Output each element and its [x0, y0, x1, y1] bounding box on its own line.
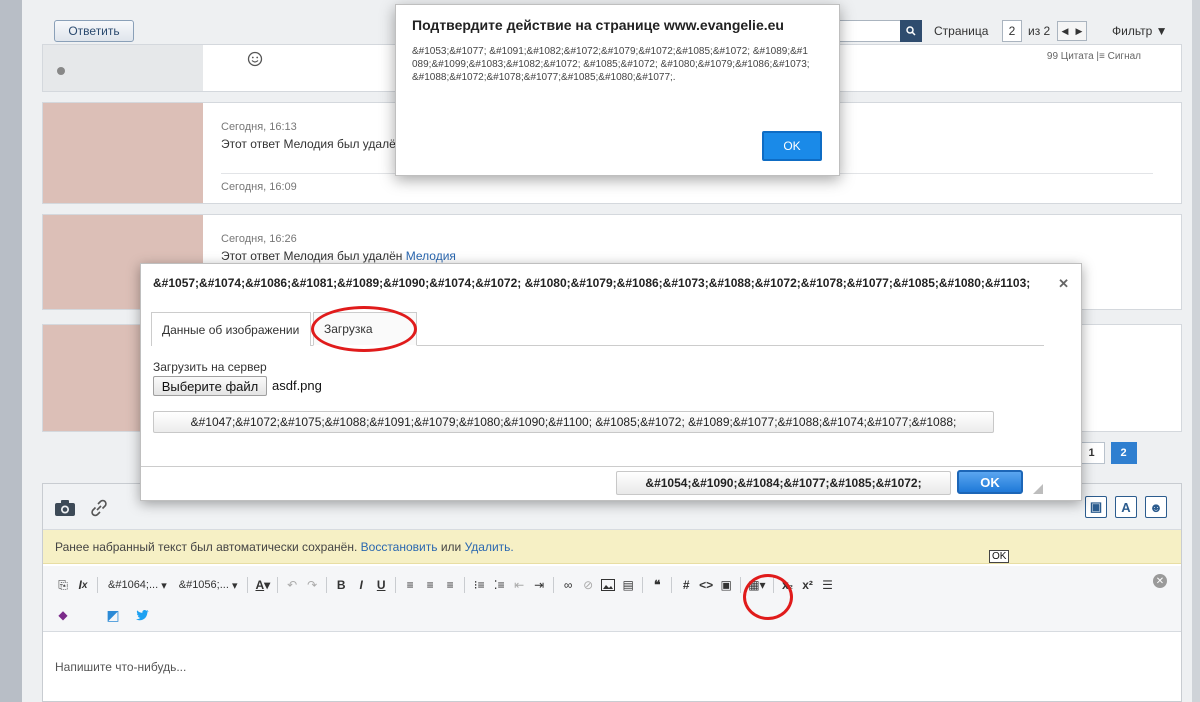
annotation-circle [311, 306, 417, 352]
page-of-label: из 2 [1028, 24, 1051, 38]
user-link[interactable]: Мелодия [406, 249, 456, 263]
hashtag-icon[interactable]: # [676, 574, 696, 596]
toolbar-row-2: ◆ ◩ [53, 604, 153, 626]
ok-button[interactable]: OK [957, 470, 1023, 494]
confirm-ok-button[interactable]: OK [762, 131, 822, 161]
selected-file-name: asdf.png [272, 378, 322, 393]
autosave-notice: Ранее набранный текст был автоматически … [43, 530, 1181, 564]
toolbar-separator [277, 577, 279, 593]
image-insert-icon[interactable] [598, 574, 618, 596]
upload-label: Загрузить на сервер [153, 360, 267, 374]
toolbar-separator [740, 577, 742, 593]
size-combo[interactable]: &#1056;... ▾ [173, 575, 244, 595]
clipboard-icon[interactable]: ▣ [1085, 496, 1107, 518]
post-text: Этот ответ Мелодия был удалён Мелодия [221, 249, 456, 263]
confirm-message: &#1053;&#1077; &#1091;&#1082;&#1072;&#10… [412, 46, 810, 83]
font-combo[interactable]: &#1064;... ▾ [102, 575, 173, 595]
toolbar-separator [642, 577, 644, 593]
post-author-column [43, 45, 203, 91]
page-button-1[interactable]: 1 [1078, 442, 1105, 464]
tooltip: OK [989, 550, 1010, 563]
italic-icon[interactable]: I [351, 574, 371, 596]
toolbar-separator [553, 577, 555, 593]
undo-icon[interactable]: ↶ [282, 574, 302, 596]
editor-right-tools: ▣ A ☻ [1085, 496, 1167, 518]
link-icon[interactable] [87, 498, 111, 518]
delete-link[interactable]: Удалить. [465, 540, 514, 554]
indent-icon[interactable]: ⇥ [529, 574, 549, 596]
confirm-title: Подтвердите действие на странице www.eva… [412, 17, 784, 33]
post-time: Сегодня, 16:09 [221, 181, 297, 193]
superscript-icon[interactable]: x² [798, 574, 818, 596]
image-properties-dialog: &#1057;&#1074;&#1086;&#1081;&#1089;&#109… [140, 263, 1082, 501]
tab-image-info[interactable]: Данные об изображении [151, 312, 311, 346]
close-icon[interactable]: ✕ [1058, 276, 1069, 292]
cancel-button[interactable]: &#1054;&#1090;&#1084;&#1077;&#1085;&#107… [616, 471, 951, 495]
post-avatar [43, 103, 203, 203]
dialog-tabs: Данные об изображении Загрузка [151, 310, 1044, 346]
redo-icon[interactable]: ↷ [302, 574, 322, 596]
bold-icon[interactable]: B [331, 574, 351, 596]
page-number-input[interactable]: 2 [1002, 20, 1022, 42]
restore-link[interactable]: Восстановить [361, 540, 438, 554]
confirm-dialog: Подтвердите действие на странице www.eva… [395, 4, 840, 176]
filter-button[interactable]: Фильтр ▼ [1112, 24, 1168, 38]
source-icon[interactable]: ⎘ [53, 574, 73, 596]
book-icon[interactable]: ◆ [53, 604, 73, 626]
resize-grip-icon[interactable] [1033, 484, 1043, 494]
page-arrows: ◀ ▶ [1057, 21, 1087, 41]
reply-editor: ▣ A ☻ Ранее набранный текст был автомати… [42, 483, 1182, 702]
page-button-2[interactable]: 2 [1110, 442, 1137, 464]
php-icon[interactable]: ▣ [716, 574, 736, 596]
next-page-icon[interactable]: ▶ [1072, 22, 1086, 40]
post-text: Этот ответ Мелодия был удалён [221, 137, 403, 151]
vk-icon[interactable]: ◩ [103, 604, 123, 626]
align-right-icon[interactable]: ≡ [440, 574, 460, 596]
align-left-icon[interactable]: ≡ [400, 574, 420, 596]
link-insert-icon[interactable]: ∞ [558, 574, 578, 596]
numbered-list-icon[interactable]: ⁝≡ [469, 574, 489, 596]
upload-to-server-button[interactable]: &#1047;&#1072;&#1075;&#1088;&#1091;&#107… [153, 411, 994, 433]
toolbar-separator [247, 577, 249, 593]
toolbar-separator [395, 577, 397, 593]
dialog-title: &#1057;&#1074;&#1086;&#1081;&#1089;&#109… [153, 276, 1031, 290]
toolbar-separator [671, 577, 673, 593]
camera-icon[interactable] [53, 498, 77, 518]
post-select-radio[interactable] [57, 67, 65, 75]
quote-links[interactable]: 99 Цитата |≡ Сигнал [1047, 51, 1141, 62]
editor-toolbar: ⎘ Ix &#1064;... ▾ &#1056;... ▾ A ▾ ↶ ↷ B … [43, 566, 1181, 632]
bullet-list-icon[interactable]: ⁚≡ [489, 574, 509, 596]
message-textarea[interactable]: Напишите что-нибудь... [43, 634, 1181, 702]
prev-page-icon[interactable]: ◀ [1058, 22, 1072, 40]
post-time: Сегодня, 16:13 [221, 121, 297, 133]
text-format-icon[interactable]: A [1115, 496, 1137, 518]
left-gutter [0, 0, 22, 702]
close-icon[interactable]: ✕ [1153, 574, 1167, 588]
page-label: Страница [934, 24, 989, 38]
footer-divider [141, 466, 1081, 467]
toolbar-separator [464, 577, 466, 593]
search-icon[interactable] [900, 20, 922, 42]
choose-file-button[interactable]: Выберите файл [153, 376, 267, 396]
search-input[interactable] [832, 20, 902, 42]
unlink-icon[interactable]: ⊘ [578, 574, 598, 596]
toolbar-separator [326, 577, 328, 593]
smiley-icon[interactable]: ☻ [1145, 496, 1167, 518]
underline-icon[interactable]: U [371, 574, 391, 596]
quote-icon[interactable]: ❝ [647, 574, 667, 596]
code-icon[interactable]: <> [696, 574, 716, 596]
emoji-icon[interactable] [247, 51, 263, 70]
video-icon[interactable]: ▤ [618, 574, 638, 596]
toolbar-separator [97, 577, 98, 593]
horizontal-rule-icon[interactable]: ☰ [818, 574, 838, 596]
remove-format-icon[interactable]: Ix [73, 574, 93, 596]
text-color-icon[interactable]: A ▾ [252, 574, 273, 596]
reply-button[interactable]: Ответить [54, 20, 134, 42]
post-time: Сегодня, 16:26 [221, 233, 297, 245]
annotation-circle [743, 574, 793, 620]
outdent-icon[interactable]: ⇤ [509, 574, 529, 596]
toolbar-row: ⎘ Ix &#1064;... ▾ &#1056;... ▾ A ▾ ↶ ↷ B … [53, 574, 838, 596]
align-center-icon[interactable]: ≡ [420, 574, 440, 596]
twitter-icon[interactable] [133, 604, 153, 626]
